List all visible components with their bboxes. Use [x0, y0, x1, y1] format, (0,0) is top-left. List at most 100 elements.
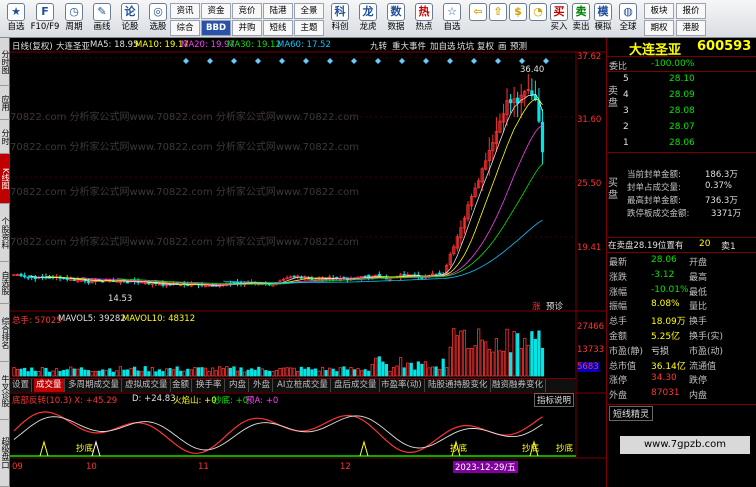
volume-bar — [526, 344, 530, 377]
ma-line — [223, 219, 543, 284]
buy-icon: 买 — [550, 3, 568, 21]
major-events-tab[interactable]: 重大事件 — [392, 40, 426, 52]
discuss-button[interactable]: 论 论股 — [116, 2, 144, 36]
left-tab-strip: 分时图 应用 分时 K线图 个股资料 自选股 综合排名 牛叉诊股 超级盘口 — [0, 38, 10, 487]
tab-intraday[interactable]: 分时图 — [0, 38, 10, 86]
tab-virtual-volume[interactable]: 虚拟成交量 — [123, 379, 171, 392]
indicator-tag: 抄底 — [556, 444, 574, 454]
buy-button[interactable]: 买 买入 — [548, 2, 570, 36]
hotspot-button[interactable]: 热 热点 — [410, 2, 438, 36]
volume-bar — [452, 328, 456, 377]
period-button[interactable]: ◷ 周期 — [60, 2, 88, 36]
favorites-button[interactable]: ★ 自选 — [2, 2, 30, 36]
simulate-button[interactable]: 模 模拟 — [592, 2, 614, 36]
add-watchlist-tab[interactable]: 加自选 — [430, 40, 456, 52]
tab-margin-changes[interactable]: 融资融券变化 — [490, 379, 547, 392]
tab-inner-volume[interactable]: 内盘 — [227, 379, 250, 392]
volume-bar — [161, 371, 165, 377]
candle-body — [402, 273, 406, 277]
volume-bar — [477, 328, 481, 377]
tab-apps[interactable]: 应用 — [0, 86, 10, 120]
dragon-tiger-button[interactable]: 龙 龙虎 — [354, 2, 382, 36]
chart-area[interactable]: 70822.com 分析家公式网www.70822.com 分析家公式网www.… — [10, 38, 606, 487]
tab-diagnosis[interactable]: 牛叉诊股 — [0, 362, 10, 420]
draw-tab[interactable]: 画 — [498, 40, 507, 52]
limit-down-amount-value: 3371万 — [711, 209, 742, 219]
hk-link-button[interactable]: 陆港 — [263, 3, 293, 19]
data-button[interactable]: 数 数据 — [382, 2, 410, 36]
candle-body — [430, 273, 435, 276]
event-diamond-icon — [543, 58, 549, 64]
indicator-tag: 抄底 — [76, 444, 94, 454]
page-up-button[interactable]: ⇦ — [468, 2, 488, 36]
tab-stock-profile[interactable]: 个股资料 — [0, 204, 10, 262]
capital-button[interactable]: 资金 — [201, 3, 231, 19]
stat-label: 涨幅 — [609, 287, 628, 298]
draw-line-button[interactable]: ✎ 画线 — [88, 2, 116, 36]
global-button[interactable]: ◍ 全球 — [616, 2, 640, 36]
volume-bar — [225, 366, 229, 377]
star-market-button[interactable]: 科 科创 — [326, 2, 354, 36]
forecast-tab[interactable]: 预测 — [510, 40, 527, 52]
merger-button[interactable]: 并购 — [232, 20, 262, 36]
stat-value: -3.12 — [651, 269, 675, 280]
stock-picker-button[interactable]: ◎ 选股 — [144, 2, 172, 36]
volume-bar — [455, 335, 459, 377]
tab-super-orderbook[interactable]: 超级盘口 — [0, 420, 10, 487]
short-term-button[interactable]: 短线 — [263, 20, 293, 36]
watchlist-button[interactable]: ☆ 自选 — [438, 2, 466, 36]
nine-turn-tab[interactable]: 九转 — [370, 40, 387, 52]
tab-outer-volume[interactable]: 外盘 — [251, 379, 274, 392]
bbd-button[interactable]: BBD — [201, 20, 231, 36]
short-term-genie-tab[interactable]: 短线精灵 — [609, 406, 654, 421]
volume-bar — [26, 371, 30, 377]
auction-button[interactable]: 竞价 — [232, 3, 262, 19]
volume-bar — [313, 368, 318, 377]
tab-pe-dynamic[interactable]: 市盈率(动) — [379, 379, 425, 392]
news-button[interactable]: 资讯 — [170, 3, 200, 19]
panorama-button[interactable]: 全景 — [294, 3, 324, 19]
tab-amount[interactable]: 金额 — [170, 379, 193, 392]
tab-timeshare[interactable]: 分时 — [0, 120, 10, 154]
sell1-tag[interactable]: 卖1 — [721, 239, 736, 252]
f10-button[interactable]: F F10/F9 — [30, 2, 60, 36]
clock-button[interactable]: ◔ — [528, 2, 548, 36]
tab-volume[interactable]: 成交量 — [34, 379, 65, 392]
options-button[interactable]: 期权 — [644, 20, 674, 36]
tab-kline[interactable]: K线图 — [0, 154, 10, 204]
adjust-tab[interactable]: 复权 — [477, 40, 494, 52]
hk-stock-button[interactable]: 港股 — [676, 20, 706, 36]
volume-bar — [370, 364, 374, 377]
page-down-button[interactable]: ⇧ — [488, 2, 508, 36]
sell-button[interactable]: 卖 卖出 — [570, 2, 592, 36]
sector-button[interactable]: 板块 — [644, 3, 674, 19]
research-button[interactable]: 综合 — [170, 20, 200, 36]
tab-multi-period-volume[interactable]: 多周期成交量 — [66, 379, 123, 392]
stat-label: 跌停 — [689, 376, 708, 387]
quote-button[interactable]: 报价 — [676, 3, 706, 19]
volume-bar — [306, 367, 310, 377]
pits-tab[interactable]: 坑坑 — [457, 40, 474, 52]
tab-after-hours-volume[interactable]: 盘后成交量 — [332, 379, 380, 392]
ma60-legend: MA60: 17.52 — [277, 40, 331, 50]
volume-bar — [12, 367, 16, 377]
stat-value: 5.25亿 — [651, 332, 681, 342]
volume-bar — [264, 370, 268, 377]
tab-watchlist[interactable]: 自选股 — [0, 262, 10, 304]
tab-turnover[interactable]: 换手率 — [194, 379, 225, 392]
indicator-help-button[interactable]: 指标说明 — [534, 393, 575, 407]
limit-down-amount-label: 跌停板成交金额: — [627, 209, 690, 219]
forecast-diagnosis-tag[interactable]: 预诊 — [546, 300, 563, 312]
tab-settings[interactable]: 设置 — [10, 379, 33, 392]
volume-bar — [30, 367, 34, 377]
volume-bar — [97, 370, 101, 377]
theme-button[interactable]: 主题 — [294, 20, 324, 36]
tab-northbound-holdings[interactable]: 陆股通持股变化 — [426, 379, 491, 392]
tab-ranking[interactable]: 综合排名 — [0, 304, 10, 362]
price-axis-label: 37.62 — [577, 52, 602, 62]
money-button[interactable]: $ — [508, 2, 528, 36]
tab-ai-volume[interactable]: AI立桩成交量 — [275, 379, 331, 392]
volume-bar — [228, 367, 232, 377]
chart-canvas[interactable] — [10, 38, 606, 487]
candle-body — [86, 281, 91, 284]
